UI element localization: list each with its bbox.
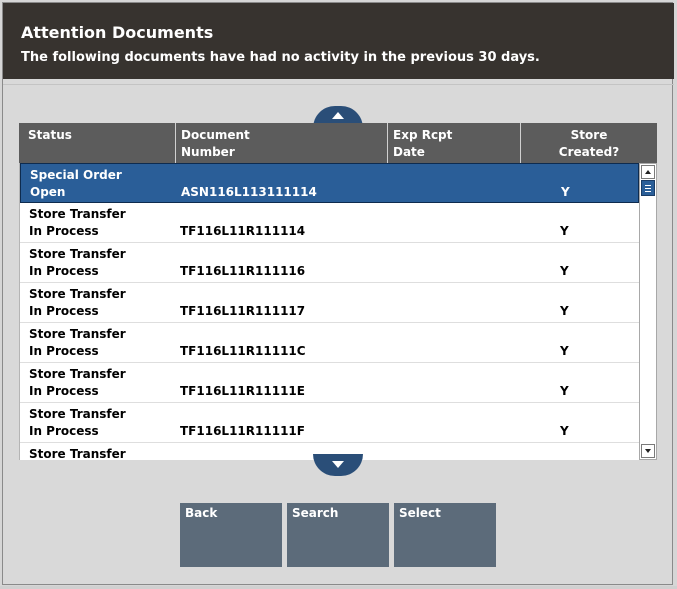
status-cell: Store Transfer In Process — [29, 326, 126, 360]
document-number-cell: TF116L11R111116 — [180, 264, 306, 278]
store-created-cell: Y — [560, 264, 569, 278]
status-type: Store Transfer — [29, 207, 126, 221]
vertical-scrollbar[interactable] — [639, 163, 657, 460]
arrow-down-icon — [645, 449, 651, 453]
column-header-status[interactable]: Status — [19, 123, 175, 163]
document-number-cell: TF116L11R11111C — [180, 344, 306, 358]
search-button[interactable]: Search — [287, 503, 389, 567]
status-type: Store Transfer — [29, 287, 126, 301]
column-header-label: Document — [181, 128, 250, 142]
column-header-store-created[interactable]: Store Created? — [520, 123, 657, 163]
scrollbar-up-button[interactable] — [641, 165, 655, 179]
page-subtitle: The following documents have had no acti… — [21, 50, 540, 65]
table-row[interactable]: Store Transfer In Process TF116L11R11111… — [20, 363, 639, 403]
scrollbar-down-button[interactable] — [641, 444, 655, 458]
status-cell: Store Transfer — [29, 446, 126, 460]
grid-header: Status Document Number Exp Rcpt Date Sto… — [19, 123, 657, 163]
divider — [3, 84, 674, 85]
store-created-cell: Y — [560, 344, 569, 358]
status-type: Store Transfer — [29, 327, 126, 341]
status-cell: Store Transfer In Process — [29, 246, 126, 280]
document-number-cell: TF116L11R111114 — [180, 224, 306, 238]
status-type: Store Transfer — [29, 247, 126, 261]
table-row[interactable]: Store Transfer In Process TF116L11R11111… — [20, 203, 639, 243]
column-header-label: Status — [28, 128, 72, 142]
page-title: Attention Documents — [21, 23, 214, 42]
store-created-cell: Y — [560, 224, 569, 238]
column-header-document-number[interactable]: Document Number — [175, 123, 387, 163]
grip-line — [645, 185, 651, 186]
column-header-label: Number — [181, 145, 235, 159]
status-state: In Process — [29, 304, 99, 318]
documents-grid: Special Order Open ASN116L113111114 Y St… — [19, 163, 639, 460]
arrow-up-icon — [332, 112, 344, 119]
status-state: Open — [30, 185, 66, 199]
table-row[interactable]: Special Order Open ASN116L113111114 Y — [20, 163, 639, 203]
status-cell: Store Transfer In Process — [29, 366, 126, 400]
status-state: In Process — [29, 224, 99, 238]
store-created-cell: Y — [560, 384, 569, 398]
document-number-cell: ASN116L113111114 — [181, 185, 317, 199]
grip-line — [645, 188, 651, 189]
table-row[interactable]: Store Transfer In Process TF116L11R11111… — [20, 283, 639, 323]
grip-line — [645, 191, 651, 192]
status-cell: Store Transfer In Process — [29, 406, 126, 440]
status-type: Store Transfer — [29, 367, 126, 381]
header-bar: Attention Documents The following docume… — [3, 3, 674, 79]
document-number-cell: TF116L11R11111E — [180, 384, 305, 398]
status-type: Special Order — [30, 168, 122, 182]
table-row[interactable]: Store Transfer In Process TF116L11R11111… — [20, 403, 639, 443]
column-header-label: Store — [570, 128, 608, 142]
arrow-up-icon — [645, 170, 651, 174]
store-created-cell: Y — [560, 424, 569, 438]
status-cell: Store Transfer In Process — [29, 286, 126, 320]
column-header-exp-rcpt-date[interactable]: Exp Rcpt Date — [387, 123, 520, 163]
status-type: Store Transfer — [29, 447, 126, 460]
scrollbar-thumb[interactable] — [641, 180, 655, 196]
status-cell: Special Order Open — [30, 167, 122, 201]
column-header-label: Date — [393, 145, 425, 159]
table-row[interactable]: Store Transfer In Process TF116L11R11111… — [20, 323, 639, 363]
status-state: In Process — [29, 384, 99, 398]
document-number-cell: TF116L11R11111F — [180, 424, 305, 438]
column-header-label: Created? — [558, 145, 620, 159]
document-number-cell: TF116L11R111117 — [180, 304, 306, 318]
select-button[interactable]: Select — [394, 503, 496, 567]
status-state: In Process — [29, 424, 99, 438]
column-header-label: Exp Rcpt — [393, 128, 453, 142]
arrow-down-icon — [332, 461, 344, 468]
status-type: Store Transfer — [29, 407, 126, 421]
status-state: In Process — [29, 344, 99, 358]
table-row[interactable]: Store Transfer In Process TF116L11R11111… — [20, 243, 639, 283]
status-cell: Store Transfer In Process — [29, 206, 126, 240]
store-created-cell: Y — [561, 185, 570, 199]
back-button[interactable]: Back — [180, 503, 282, 567]
status-state: In Process — [29, 264, 99, 278]
store-created-cell: Y — [560, 304, 569, 318]
